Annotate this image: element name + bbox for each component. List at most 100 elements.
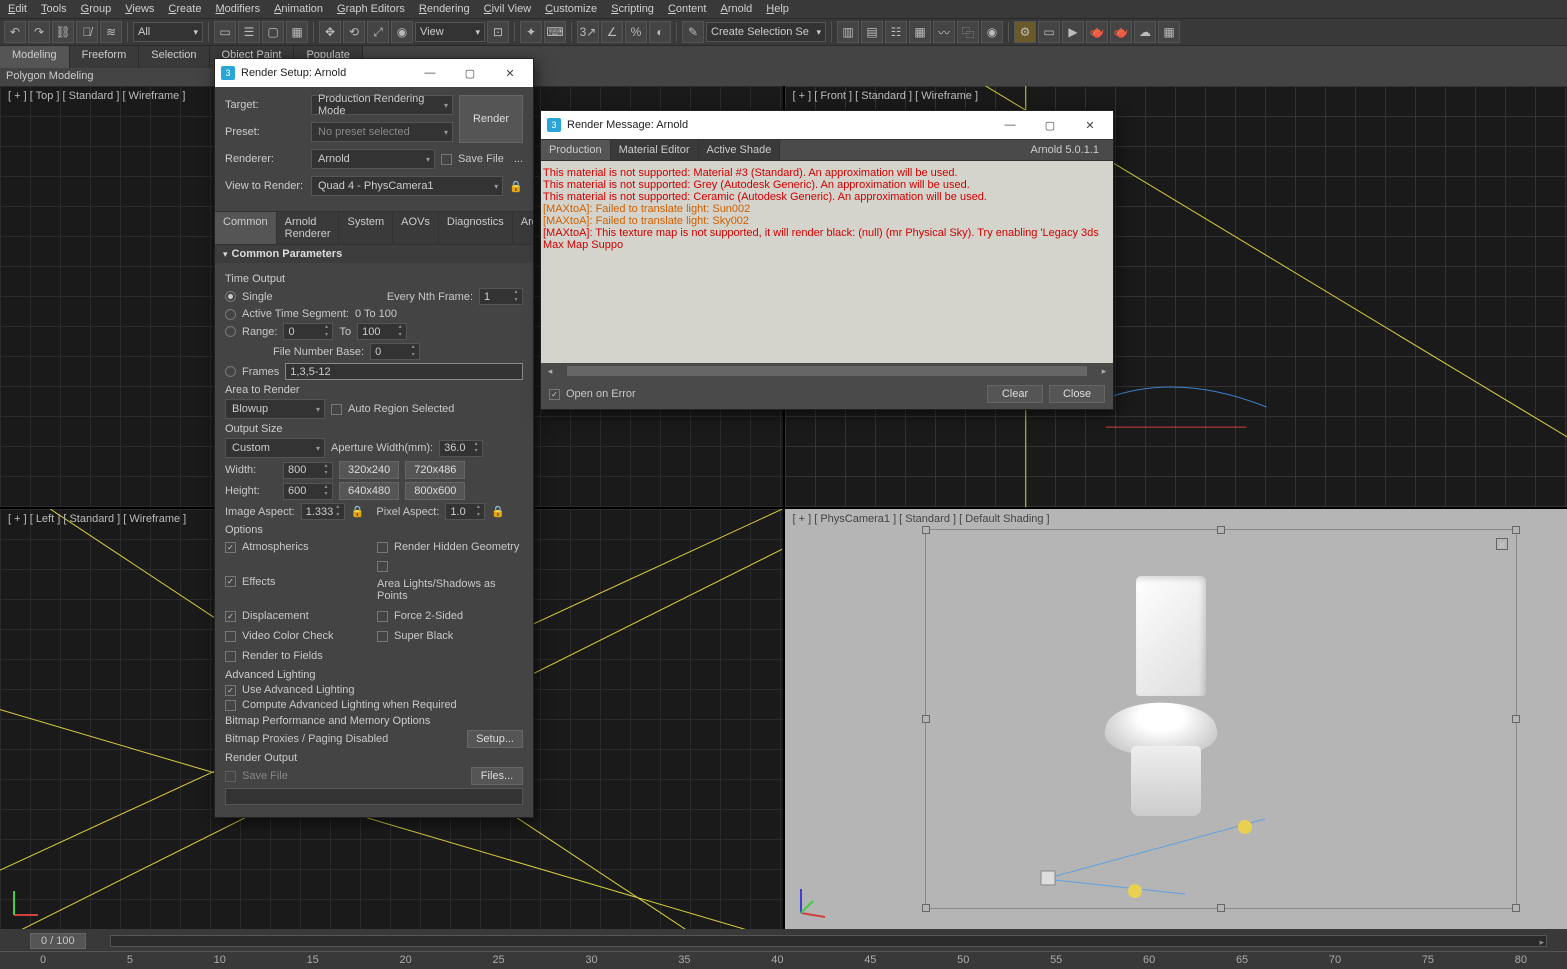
ellipsis-button[interactable]: ... <box>514 153 523 165</box>
ribbon-tab-freeform[interactable]: Freeform <box>70 46 140 68</box>
menu-edit[interactable]: Edit <box>8 3 27 15</box>
toggle-ribbon-icon[interactable]: ▦ <box>909 21 931 43</box>
out-preset-combo[interactable]: Custom▾ <box>225 438 325 458</box>
render-prod-icon[interactable]: ▶ <box>1062 21 1084 43</box>
placement-icon[interactable]: ◉ <box>391 21 413 43</box>
link-icon[interactable]: ⛓ <box>52 21 74 43</box>
close-gizmo-icon[interactable]: ✕ <box>1496 538 1508 550</box>
redo-icon[interactable]: ↷ <box>28 21 50 43</box>
save-file-check[interactable] <box>441 154 452 165</box>
render-online-icon[interactable]: ☁ <box>1134 21 1156 43</box>
lock-pixel-icon[interactable]: 🔒 <box>491 505 505 518</box>
output-path-input[interactable] <box>225 788 523 805</box>
ro-save-check[interactable] <box>225 771 236 782</box>
menu-civil-view[interactable]: Civil View <box>484 3 531 15</box>
rm-tab-production[interactable]: Production <box>541 140 611 160</box>
angle-snap-icon[interactable]: ∠ <box>601 21 623 43</box>
pixel-aspect-input[interactable]: 1.0▴▾ <box>445 503 485 520</box>
menu-create[interactable]: Create <box>168 3 201 15</box>
spinner-snap-icon[interactable]: ◐ <box>649 21 671 43</box>
width-input[interactable]: 800▴▾ <box>283 462 333 479</box>
open-on-error-check[interactable] <box>549 389 560 400</box>
view-combo[interactable]: Quad 4 - PhysCamera1▾ <box>311 176 503 196</box>
frames-radio[interactable] <box>225 366 236 377</box>
viewport-label[interactable]: [ + ] [ Left ] [ Standard ] [ Wireframe … <box>8 513 186 525</box>
menu-help[interactable]: Help <box>766 3 789 15</box>
window-cross-icon[interactable]: ▦ <box>286 21 308 43</box>
atmos-check[interactable] <box>225 542 236 553</box>
rs-tab-archive[interactable]: Archive <box>513 212 533 244</box>
auto-region-check[interactable] <box>331 404 342 415</box>
vcc-check[interactable] <box>225 631 236 642</box>
preset-800x600-button[interactable]: 800x600 <box>405 482 465 500</box>
viewport-label[interactable]: [ + ] [ PhysCamera1 ] [ Standard ] [ Def… <box>793 513 1050 525</box>
menu-scripting[interactable]: Scripting <box>611 3 654 15</box>
select-name-icon[interactable]: ☰ <box>238 21 260 43</box>
named-selection[interactable]: Create Selection Se▾ <box>706 22 826 42</box>
curve-editor-icon[interactable]: 〰 <box>933 21 955 43</box>
h-scrollbar[interactable]: ◂ ▸ <box>541 363 1113 379</box>
unlink-icon[interactable]: ⛓̸ <box>76 21 98 43</box>
range-from-input[interactable]: 0▴▾ <box>283 323 333 340</box>
manip-icon[interactable]: ✦ <box>520 21 542 43</box>
lock-aspect-icon[interactable]: 🔒 <box>351 505 365 518</box>
material-editor-icon[interactable]: ◉ <box>981 21 1003 43</box>
close-button[interactable]: Close <box>1049 385 1105 403</box>
menu-customize[interactable]: Customize <box>545 3 597 15</box>
menu-content[interactable]: Content <box>668 3 707 15</box>
undo-icon[interactable]: ↶ <box>4 21 26 43</box>
setup-button[interactable]: Setup... <box>467 730 523 748</box>
preset-320x240-button[interactable]: 320x240 <box>339 461 399 479</box>
menu-group[interactable]: Group <box>81 3 112 15</box>
preset-640x480-button[interactable]: 640x480 <box>339 482 399 500</box>
files-button[interactable]: Files... <box>471 767 523 785</box>
file-num-input[interactable]: 0▴▾ <box>370 343 420 360</box>
snap-3-icon[interactable]: 3↗ <box>577 21 599 43</box>
area-combo[interactable]: Blowup▾ <box>225 399 325 419</box>
aperture-input[interactable]: 36.0▴▾ <box>439 440 483 457</box>
alsp-check[interactable] <box>377 561 388 572</box>
rs-tab-arnold-renderer[interactable]: Arnold Renderer <box>277 212 340 244</box>
move-icon[interactable]: ✥ <box>319 21 341 43</box>
pivot-icon[interactable]: ⊡ <box>487 21 509 43</box>
rs-tab-diagnostics[interactable]: Diagnostics <box>439 212 513 244</box>
teapot-icon[interactable]: 🫖 <box>1086 21 1108 43</box>
menu-modifiers[interactable]: Modifiers <box>215 3 260 15</box>
every-nth-input[interactable]: 1▴▾ <box>479 288 523 305</box>
ribbon-tab-modeling[interactable]: Modeling <box>0 46 70 68</box>
menu-graph-editors[interactable]: Graph Editors <box>337 3 405 15</box>
rect-region-icon[interactable]: ▢ <box>262 21 284 43</box>
rendered-frame-icon[interactable]: ▭ <box>1038 21 1060 43</box>
render-button[interactable]: Render <box>459 95 523 143</box>
renderer-combo[interactable]: Arnold▾ <box>311 149 435 169</box>
keyboard-icon[interactable]: ⌨ <box>544 21 566 43</box>
rs-tab-system[interactable]: System <box>339 212 393 244</box>
target-combo[interactable]: Production Rendering Mode▾ <box>311 95 453 115</box>
scale-icon[interactable]: ⤢ <box>367 21 389 43</box>
preset-720x486-button[interactable]: 720x486 <box>405 461 465 479</box>
scroll-left-icon[interactable]: ◂ <box>543 366 557 377</box>
scroll-right-icon[interactable]: ▸ <box>1097 366 1111 377</box>
rs-tab-common[interactable]: Common <box>215 212 277 244</box>
ref-coord-system[interactable]: View▾ <box>415 22 485 42</box>
select-icon[interactable]: ▭ <box>214 21 236 43</box>
timeline[interactable]: 0 / 100 ▸ 051015202530354045505560657075… <box>0 929 1567 969</box>
range-radio[interactable] <box>225 326 236 337</box>
frames-input[interactable]: 1,3,5-12 <box>285 363 523 380</box>
rm-tab-material-editor[interactable]: Material Editor <box>611 140 699 160</box>
rotate-icon[interactable]: ⟲ <box>343 21 365 43</box>
menu-tools[interactable]: Tools <box>41 3 67 15</box>
edit-sel-set-icon[interactable]: ✎ <box>682 21 704 43</box>
rtf-check[interactable] <box>225 651 236 662</box>
time-slider-track[interactable]: ▸ <box>110 935 1547 947</box>
render-a360-icon[interactable]: ▦ <box>1158 21 1180 43</box>
teapot2-icon[interactable]: 🫖 <box>1110 21 1132 43</box>
f2s-check[interactable] <box>377 611 388 622</box>
effects-check[interactable] <box>225 576 236 587</box>
disp-check[interactable] <box>225 611 236 622</box>
image-aspect-input[interactable]: 1.333▴▾ <box>301 503 345 520</box>
ual-check[interactable] <box>225 685 236 696</box>
schematic-view-icon[interactable]: ⿻ <box>957 21 979 43</box>
layer-explorer-icon[interactable]: ☷ <box>885 21 907 43</box>
common-params-header[interactable]: Common Parameters <box>215 245 533 263</box>
